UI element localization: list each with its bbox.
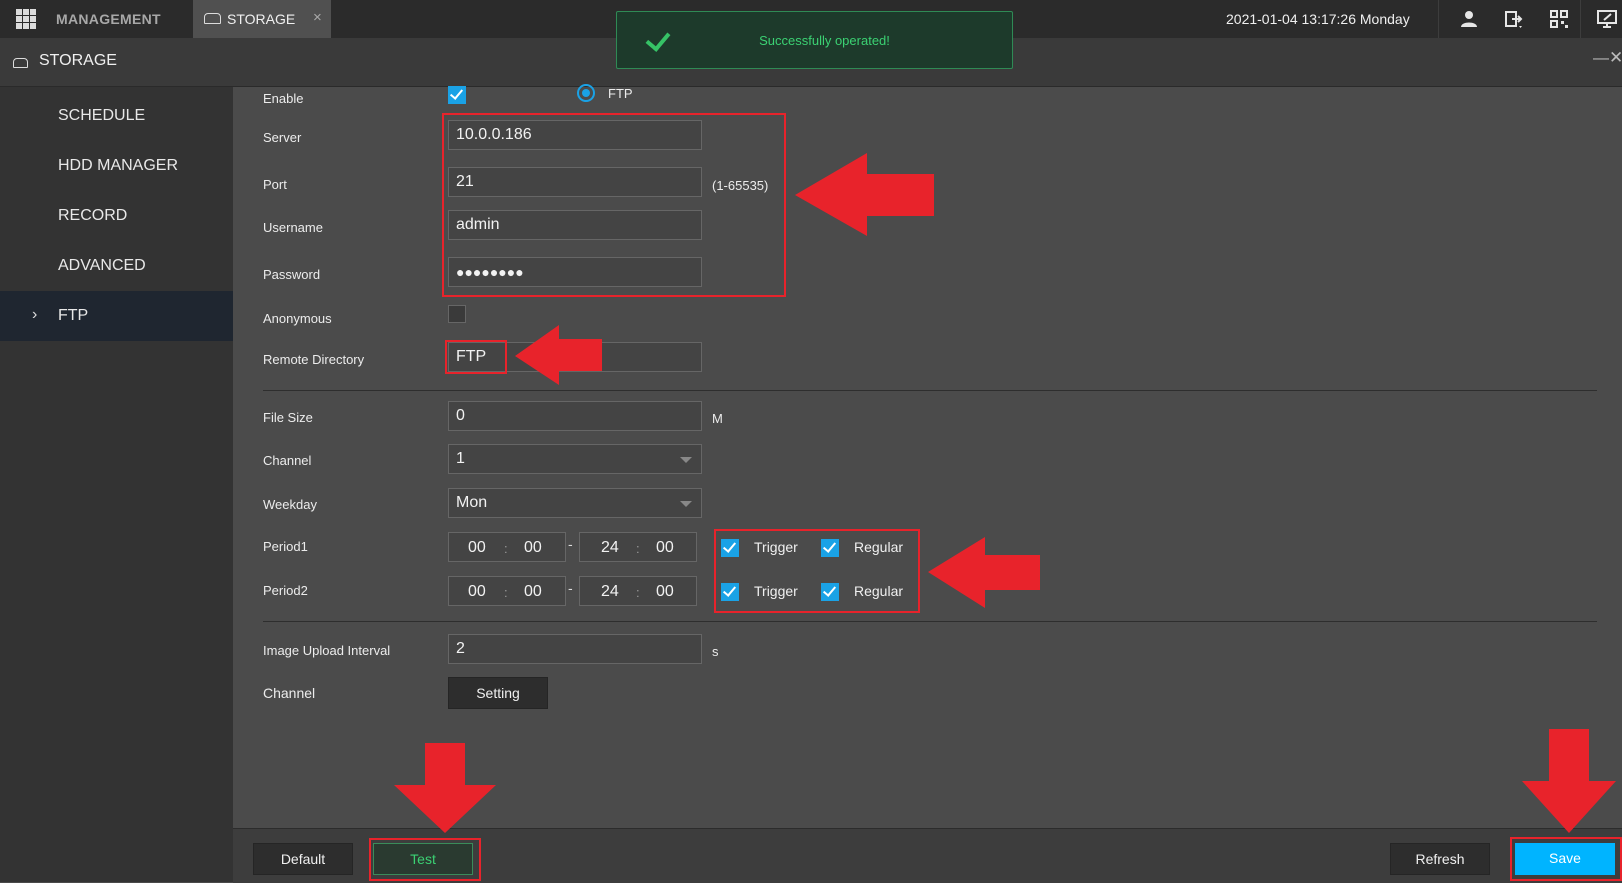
chevron-down-icon (680, 457, 692, 463)
close-tab-icon[interactable]: × (313, 9, 322, 26)
sidebar-item-label: RECORD (58, 207, 128, 224)
anonymous-label: Anonymous (263, 311, 332, 326)
period2-start-minute[interactable]: 00 (524, 583, 542, 601)
time-colon: : (636, 585, 640, 600)
weekday-select[interactable]: Mon (448, 488, 702, 518)
sidebar-item-record[interactable]: RECORD (0, 191, 233, 241)
hdd-icon (204, 13, 221, 24)
period1-start-minute[interactable]: 00 (524, 539, 542, 557)
period2-start-hour[interactable]: 00 (468, 583, 486, 601)
qr-code-icon[interactable] (1548, 8, 1570, 30)
tab-storage-label: STORAGE (227, 11, 296, 27)
monitor-icon[interactable] (1596, 8, 1618, 30)
channel-setting-button[interactable]: Setting (448, 677, 548, 709)
refresh-button[interactable]: Refresh (1390, 843, 1490, 875)
sidebar-item-label: ADVANCED (58, 257, 146, 274)
period2-start-time[interactable]: 00 : 00 (448, 576, 566, 606)
default-button[interactable]: Default (253, 843, 353, 875)
close-icon[interactable]: ✕ (1609, 48, 1622, 68)
weekday-select-value: Mon (456, 494, 488, 511)
divider (1438, 0, 1439, 38)
apps-grid-icon[interactable] (16, 9, 36, 29)
server-label: Server (263, 130, 302, 145)
period1-label: Period1 (263, 539, 308, 554)
minimize-icon[interactable]: — (1593, 50, 1609, 68)
sidebar-item-advanced[interactable]: ADVANCED (0, 241, 233, 291)
password-label: Password (263, 267, 321, 282)
time-colon: : (504, 541, 508, 556)
enable-label: Enable (263, 91, 304, 106)
divider (1580, 0, 1581, 38)
ftp-radio-label: FTP (608, 86, 633, 101)
success-toast: Successfully operated! (616, 11, 1013, 69)
file-size-unit: M (712, 411, 723, 426)
period1-start-time[interactable]: 00 : 00 (448, 532, 566, 562)
file-size-label: File Size (263, 410, 313, 425)
sidebar-item-ftp[interactable]: › FTP (0, 291, 233, 341)
time-colon: : (636, 541, 640, 556)
channel-select-value: 1 (456, 450, 465, 467)
divider (263, 390, 1597, 391)
period1-start-hour[interactable]: 00 (468, 539, 486, 557)
sidebar-item-schedule[interactable]: SCHEDULE (0, 91, 233, 141)
user-icon[interactable] (1458, 8, 1480, 30)
logout-icon[interactable] (1503, 8, 1525, 30)
hdd-icon (13, 58, 28, 68)
enable-checkbox[interactable] (448, 86, 466, 104)
sidebar-item-label: SCHEDULE (58, 107, 146, 124)
time-dash: - (568, 580, 573, 596)
chevron-down-icon (680, 501, 692, 507)
period1-end-minute[interactable]: 00 (656, 539, 674, 557)
ftp-radio[interactable] (577, 84, 595, 102)
divider (263, 621, 1597, 622)
weekday-label: Weekday (263, 497, 317, 512)
username-label: Username (263, 220, 323, 235)
period1-end-hour[interactable]: 24 (601, 539, 619, 557)
period2-label: Period2 (263, 583, 308, 598)
port-label: Port (263, 177, 287, 192)
annotation-box-periods (714, 529, 920, 613)
channel-label: Channel (263, 453, 312, 468)
time-dash: - (568, 536, 573, 552)
sidebar-item-label: HDD MANAGER (58, 157, 179, 174)
period2-end-time[interactable]: 24 : 00 (579, 576, 697, 606)
sidebar-item-hdd-manager[interactable]: HDD MANAGER (0, 141, 233, 191)
management-label[interactable]: MANAGEMENT (56, 11, 161, 27)
channel-select[interactable]: 1 (448, 444, 702, 474)
annotation-box-remote-directory (445, 340, 507, 374)
toast-message: Successfully operated! (759, 33, 890, 48)
tab-storage[interactable]: STORAGE × (193, 0, 331, 38)
datetime: 2021-01-04 13:17:26 Monday (1226, 11, 1410, 27)
image-upload-interval-label: Image Upload Interval (263, 643, 391, 658)
period2-end-minute[interactable]: 00 (656, 583, 674, 601)
sidebar-item-label: FTP (58, 307, 89, 324)
period1-end-time[interactable]: 24 : 00 (579, 532, 697, 562)
annotation-box-credentials (442, 113, 786, 297)
page-title: STORAGE (39, 52, 117, 69)
remote-directory-label: Remote Directory (263, 352, 365, 367)
period2-end-hour[interactable]: 24 (601, 583, 619, 601)
chevron-right-icon: › (32, 306, 38, 323)
time-colon: : (504, 585, 508, 600)
anonymous-checkbox[interactable] (448, 305, 466, 323)
annotation-box-save (1510, 837, 1622, 881)
image-upload-interval-input[interactable]: 2 (448, 634, 702, 664)
annotation-box-test (369, 838, 481, 881)
file-size-input[interactable]: 0 (448, 401, 702, 431)
sidebar: SCHEDULE HDD MANAGER RECORD ADVANCED › F… (0, 87, 233, 882)
channel-setting-label: Channel (263, 685, 316, 701)
image-upload-interval-unit: s (712, 644, 719, 659)
